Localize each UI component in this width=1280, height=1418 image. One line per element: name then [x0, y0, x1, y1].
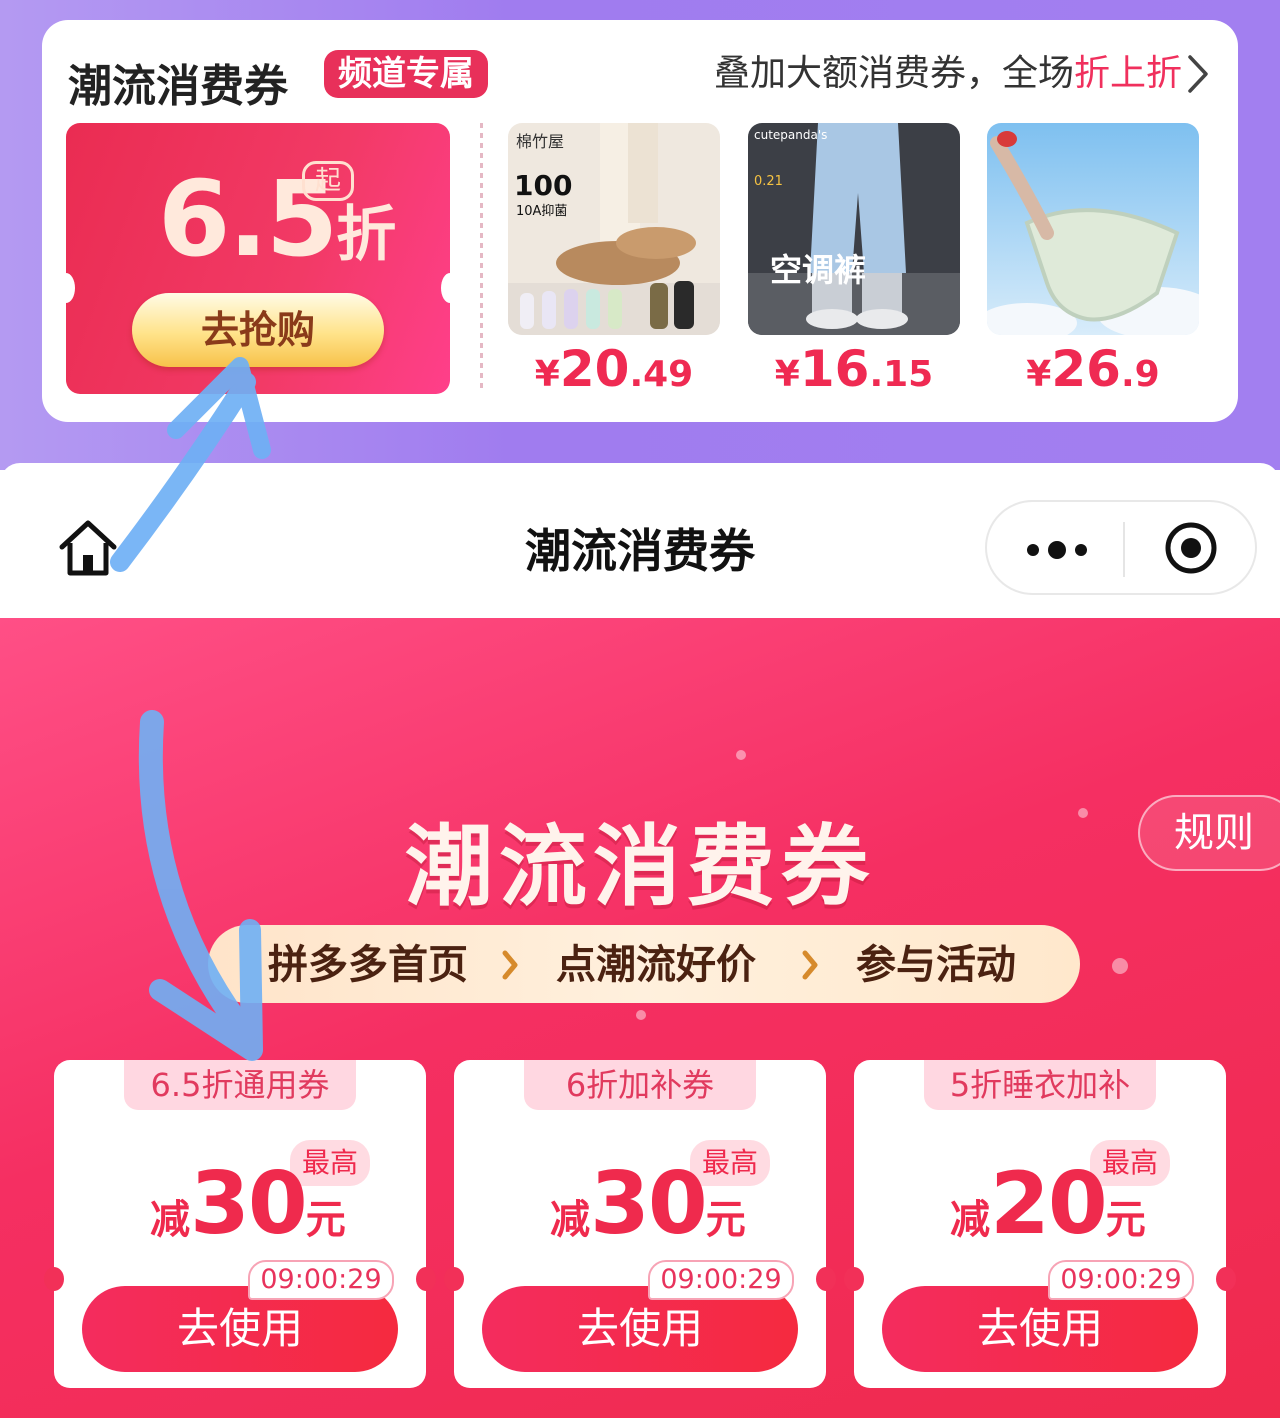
step-1: 拼多多首页: [268, 942, 468, 988]
product-price: ¥26.9: [1026, 340, 1160, 398]
chevron-right-icon[interactable]: [1186, 53, 1210, 95]
product-image-underwear[interactable]: [987, 123, 1199, 335]
dotted-divider: [480, 123, 483, 391]
rules-button[interactable]: 规则: [1138, 795, 1280, 871]
grab-button[interactable]: 去抢购: [132, 293, 384, 367]
svg-text:0.21: 0.21: [754, 174, 783, 189]
step-3: 参与活动: [856, 942, 1016, 988]
promo-highlight: 折上折: [1073, 53, 1182, 94]
coupon-banner-card[interactable]: 潮流消费券 频道专属 叠加大额消费券，全场折上折 6.5折 起 去抢购 棉竹屋 …: [42, 20, 1238, 422]
from-label: 起: [302, 161, 354, 201]
coupon-amount: 减30元: [550, 1154, 746, 1254]
close-mini-program-icon[interactable]: [1163, 520, 1219, 576]
discount-value: 6.5折: [158, 158, 396, 280]
coupon-amount: 减20元: [950, 1154, 1146, 1254]
channel-exclusive-badge: 频道专属: [324, 50, 488, 98]
activity-main-area: 潮流消费券 规则 拼多多首页 点潮流好价 参与活动 6.5折通用券 最高 减30…: [0, 618, 1280, 1418]
product-price: ¥16.15: [774, 340, 934, 398]
step-2: 点潮流好价: [556, 942, 756, 988]
participation-steps: 拼多多首页 点潮流好价 参与活动: [208, 925, 1080, 1003]
countdown-timer: 09:00:29: [1048, 1260, 1194, 1300]
countdown-timer: 09:00:29: [648, 1260, 794, 1300]
step-arrow-icon: [502, 950, 518, 980]
banner-promo-text[interactable]: 叠加大额消费券，全场折上折: [714, 50, 1182, 98]
activity-title: 潮流消费券: [404, 815, 875, 918]
more-options-icon[interactable]: [1023, 538, 1091, 562]
coupon-card: 5折睡衣加补 最高 减20元 去使用 09:00:29: [844, 1060, 1236, 1388]
mini-program-capsule: [985, 500, 1257, 595]
countdown-timer: 09:00:29: [248, 1260, 394, 1300]
product-price: ¥20.49: [534, 340, 694, 398]
mini-program-nav-bar: 潮流消费券: [0, 463, 1280, 618]
svg-text:100: 100: [514, 169, 572, 202]
product-image-brand: 棉竹屋: [516, 132, 564, 151]
coupon-type-tag: 6折加补券: [524, 1060, 756, 1110]
big-discount-coupon[interactable]: 6.5折 起 去抢购: [57, 123, 459, 394]
coupon-amount: 减30元: [150, 1154, 346, 1254]
product-image-pants[interactable]: cutepanda's 0.21 空调裤: [748, 123, 960, 335]
coupon-card: 6.5折通用券 最高 减30元 去使用 09:00:29: [44, 1060, 436, 1388]
step-arrow-icon: [802, 950, 818, 980]
coupon-card: 6折加补券 最高 减30元 去使用 09:00:29: [444, 1060, 836, 1388]
svg-text:cutepanda's: cutepanda's: [754, 128, 827, 142]
coupon-type-tag: 6.5折通用券: [124, 1060, 356, 1110]
svg-text:空调裤: 空调裤: [770, 251, 866, 289]
coupon-type-tag: 5折睡衣加补: [924, 1060, 1156, 1110]
product-image-socks[interactable]: 棉竹屋 100 10A抑菌: [508, 123, 720, 335]
svg-text:10A抑菌: 10A抑菌: [516, 204, 567, 219]
promo-prefix: 叠加大额消费券，全场: [713, 53, 1074, 94]
banner-title: 潮流消费券: [68, 61, 288, 112]
